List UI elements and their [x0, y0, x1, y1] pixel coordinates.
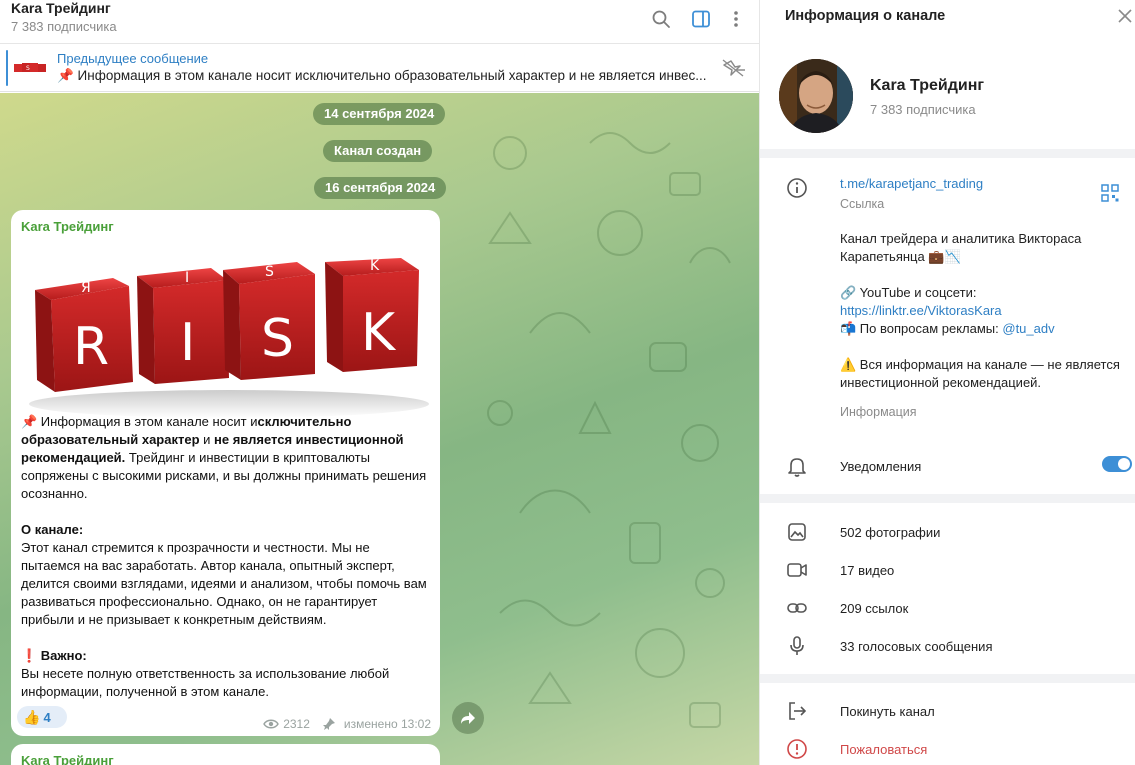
svg-text:S: S	[265, 264, 274, 280]
date-separator: 16 сентября 2024	[314, 177, 447, 199]
notifications-label: Уведомления	[840, 459, 922, 474]
message-author[interactable]: Kara Трейдинг	[21, 219, 114, 234]
pinned-title: Предыдущее сообщение	[57, 51, 209, 66]
report-button[interactable]: Пожаловаться	[840, 742, 927, 757]
chat-pane: Kara Трейдинг 7 383 подписчика S Предыду…	[0, 0, 759, 765]
thumbs-up-icon: 👍	[23, 708, 41, 725]
important-text: Вы несете полную ответственность за испо…	[21, 666, 390, 699]
channel-link[interactable]: t.me/karapetjanc_trading	[840, 176, 983, 191]
reaction-count: 4	[43, 709, 51, 725]
microphone-icon	[786, 635, 808, 657]
svg-text:I: I	[180, 313, 195, 373]
message-author[interactable]: Kara Трейдинг	[21, 753, 114, 765]
svg-text:S: S	[26, 65, 30, 72]
info-panel-title: Информация о канале	[785, 8, 946, 24]
channel-description: Канал трейдера и аналитика Виктораса Кар…	[840, 230, 1130, 392]
ads-contact-link[interactable]: @tu_adv	[1002, 321, 1054, 336]
channel-info-panel: Информация о канале Kara Трейдинг 7 383 …	[759, 0, 1135, 765]
notifications-toggle[interactable]	[1102, 456, 1132, 472]
svg-text:I: I	[185, 270, 189, 286]
risk-dice-image[interactable]: R I S K Я I S K	[25, 254, 433, 422]
divider	[760, 674, 1135, 683]
close-icon[interactable]	[1116, 7, 1134, 25]
leave-channel-button[interactable]: Покинуть канал	[840, 704, 935, 719]
channel-subscribers: 7 383 подписчика	[870, 102, 976, 117]
video-icon	[786, 559, 808, 581]
sidebar-toggle-icon[interactable]	[688, 6, 714, 32]
divider	[760, 149, 1135, 158]
message-bubble[interactable]: Kara Трейдинг	[11, 744, 440, 765]
doodle-pattern-icon	[487, 132, 731, 728]
more-icon[interactable]	[723, 6, 749, 32]
pinned-indicator	[6, 50, 8, 86]
date-separator: 14 сентября 2024	[313, 103, 446, 125]
pinned-text: 📌 Информация в этом канале носит исключи…	[57, 68, 707, 83]
qr-code-icon[interactable]	[1101, 184, 1119, 202]
divider	[760, 494, 1135, 503]
pinned-message-bar[interactable]: S Предыдущее сообщение 📌 Информация в эт…	[0, 44, 759, 92]
about-heading: О канале:	[21, 522, 84, 537]
svg-text:K: K	[361, 303, 397, 363]
views-icon	[263, 719, 280, 729]
important-heading: ❗ Важно:	[21, 648, 87, 663]
edited-time: изменено 13:02	[343, 717, 431, 731]
photo-icon	[786, 521, 808, 543]
reaction-thumbs-up[interactable]: 👍 4	[17, 706, 67, 728]
message-bubble[interactable]: Kara Трейдинг R I S K Я I S K 📌 Информац…	[11, 210, 440, 736]
message-text: 📌 Информация в этом канале носит исключи…	[21, 413, 431, 701]
svg-text:Я: Я	[81, 280, 91, 296]
service-message-created: Канал создан	[323, 140, 433, 162]
chat-subscribers: 7 383 подписчика	[11, 19, 117, 34]
views-count: 2312	[283, 717, 310, 731]
link-icon	[786, 597, 808, 619]
shared-videos[interactable]: 17 видео	[840, 563, 894, 578]
search-icon[interactable]	[648, 6, 674, 32]
forward-button[interactable]	[452, 702, 484, 734]
pinned-thumbnail: S	[13, 55, 47, 83]
pin-icon	[322, 718, 335, 730]
channel-avatar[interactable]	[779, 59, 853, 133]
svg-text:S: S	[261, 309, 294, 369]
shared-voice-messages[interactable]: 33 голосовых сообщения	[840, 639, 992, 654]
svg-text:K: K	[370, 258, 380, 274]
leave-icon	[786, 700, 808, 722]
svg-text:R: R	[73, 317, 109, 377]
channel-name: Kara Трейдинг	[870, 77, 985, 94]
linktree-link[interactable]: https://linktr.ee/ViktorasKara	[840, 302, 1130, 320]
bell-icon	[786, 455, 808, 477]
about-text: Этот канал стремится к прозрачности и че…	[21, 540, 427, 627]
shared-photos[interactable]: 502 фотографии	[840, 525, 940, 540]
report-icon	[786, 738, 808, 760]
shared-links[interactable]: 209 ссылок	[840, 601, 908, 616]
description-label: Информация	[840, 405, 917, 419]
chat-title[interactable]: Kara Трейдинг	[11, 0, 111, 16]
forward-icon	[461, 712, 475, 724]
unpin-icon[interactable]	[721, 58, 747, 83]
chat-header[interactable]: Kara Трейдинг 7 383 подписчика	[0, 0, 759, 44]
channel-link-label: Ссылка	[840, 197, 885, 211]
info-icon	[786, 177, 808, 199]
message-meta: 2312 изменено 13:02	[263, 717, 431, 731]
